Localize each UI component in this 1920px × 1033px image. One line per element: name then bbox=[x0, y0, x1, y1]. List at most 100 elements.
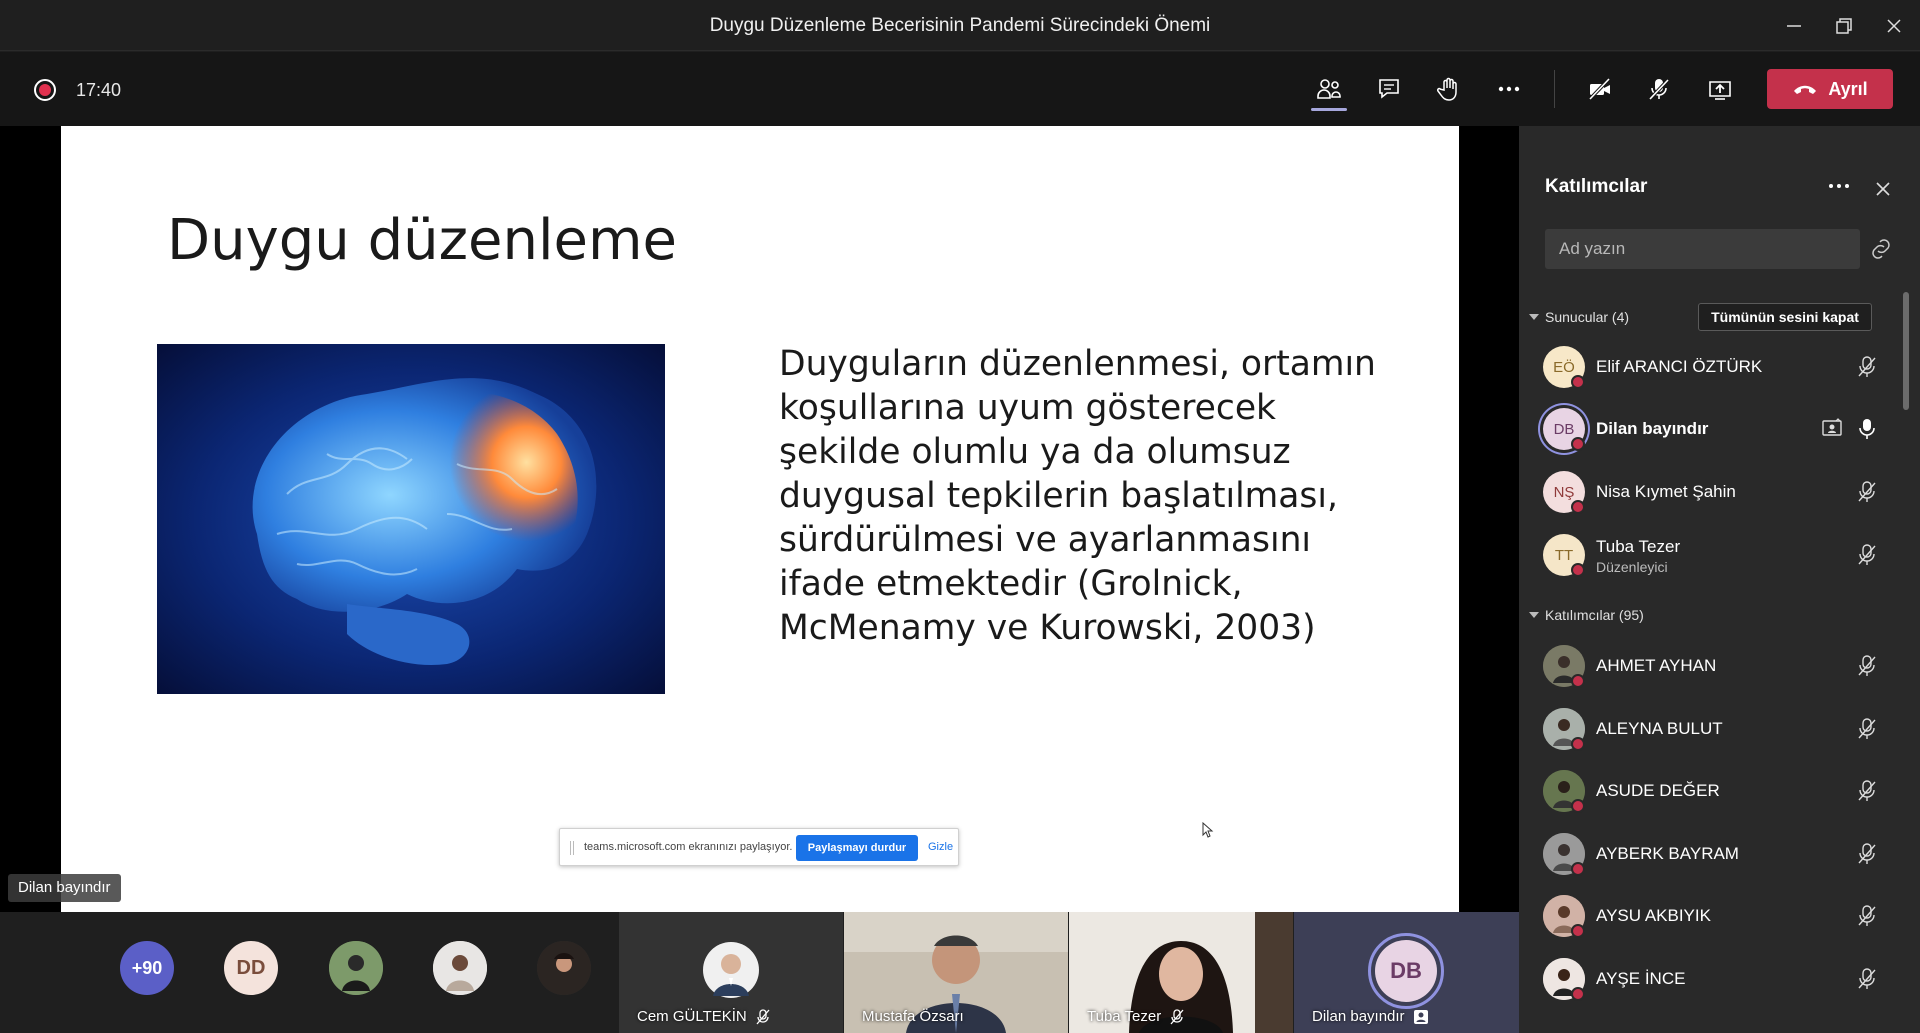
recording-icon bbox=[34, 79, 56, 101]
participant-name: Dilan bayındır bbox=[1596, 419, 1709, 438]
more-actions-button[interactable] bbox=[1487, 69, 1531, 109]
presentation-slide: Duygu düzenleme Duyguların düzenlenmesi,… bbox=[61, 126, 1459, 912]
status-busy-icon bbox=[1571, 563, 1585, 577]
people-icon bbox=[1317, 79, 1341, 99]
avatar-photo-1 bbox=[329, 941, 383, 995]
mic-off-icon bbox=[1858, 968, 1876, 989]
participant-row[interactable]: ASUDE DEĞER bbox=[1519, 767, 1899, 817]
participant-name: Elif ARANCI ÖZTÜRK bbox=[1596, 357, 1763, 376]
presenter-name-tag: Dilan bayındır bbox=[8, 874, 121, 902]
mic-off-icon bbox=[1858, 544, 1876, 565]
participant-name: AYŞE İNCE bbox=[1596, 969, 1686, 988]
participant-row[interactable]: EÖ Elif ARANCI ÖZTÜRK bbox=[1519, 343, 1899, 393]
drag-handle-icon[interactable] bbox=[570, 841, 574, 855]
avatar-photo-cem bbox=[703, 942, 759, 998]
mic-off-icon bbox=[1858, 718, 1876, 739]
mute-all-button[interactable]: Tümünün sesini kapat bbox=[1698, 303, 1872, 331]
status-busy-icon bbox=[1571, 674, 1585, 688]
tile-name-mustafa: Mustafa Özsarı bbox=[862, 1008, 964, 1025]
screen-share-notification: teams.microsoft.com ekranınızı paylaşıyo… bbox=[559, 828, 959, 866]
participants-button[interactable] bbox=[1307, 69, 1351, 111]
hide-link[interactable]: Gizle bbox=[928, 841, 953, 853]
participant-name: AYBERK BAYRAM bbox=[1596, 844, 1739, 863]
meeting-toolbar: 17:40 Ayrıl bbox=[0, 52, 1920, 126]
status-busy-icon bbox=[1571, 375, 1585, 389]
participant-name: Tuba Tezer bbox=[1596, 537, 1681, 556]
panel-more-button[interactable] bbox=[1824, 176, 1854, 196]
invite-link-icon[interactable] bbox=[1868, 237, 1894, 261]
mic-off-icon bbox=[1858, 481, 1876, 502]
raise-hand-button[interactable] bbox=[1427, 69, 1471, 109]
video-tile-cem[interactable]: Cem GÜLTEKİN bbox=[619, 912, 843, 1033]
status-busy-icon bbox=[1571, 437, 1585, 451]
close-icon bbox=[1887, 19, 1901, 33]
share-message: teams.microsoft.com ekranınızı paylaşıyo… bbox=[584, 841, 793, 853]
chat-button[interactable] bbox=[1367, 69, 1411, 109]
share-screen-button[interactable] bbox=[1698, 69, 1742, 109]
close-window-button[interactable] bbox=[1874, 8, 1914, 44]
video-tile-tuba[interactable]: Tuba Tezer bbox=[1069, 912, 1293, 1033]
chat-icon bbox=[1379, 79, 1399, 99]
avatar-photo-2 bbox=[433, 941, 487, 995]
status-busy-icon bbox=[1571, 862, 1585, 876]
participant-name: Nisa Kıymet Şahin bbox=[1596, 482, 1736, 501]
participant-row[interactable]: TT Tuba Tezer Düzenleyici bbox=[1519, 531, 1899, 581]
mic-off-icon bbox=[756, 1008, 770, 1024]
participant-row[interactable]: AYSU AKBIYIK bbox=[1519, 892, 1899, 942]
restore-button[interactable] bbox=[1824, 8, 1864, 44]
panel-scrollbar[interactable] bbox=[1903, 292, 1909, 410]
status-busy-icon bbox=[1571, 799, 1585, 813]
video-tile-mustafa[interactable]: Mustafa Özsarı bbox=[844, 912, 1068, 1033]
share-screen-icon bbox=[1709, 81, 1731, 100]
participants-panel: Katılımcılar Sunucular (4) Tümünün sesin… bbox=[1519, 126, 1920, 1033]
camera-toggle-button[interactable] bbox=[1578, 69, 1622, 109]
mic-off-icon bbox=[1648, 78, 1670, 101]
more-participants-button[interactable]: +90 bbox=[120, 941, 174, 995]
participant-name: AYSU AKBIYIK bbox=[1596, 906, 1711, 925]
participant-row[interactable]: AYŞE İNCE bbox=[1519, 955, 1899, 1005]
presenting-icon bbox=[1822, 418, 1842, 436]
participant-row[interactable]: AHMET AYHAN bbox=[1519, 642, 1899, 692]
restore-icon bbox=[1836, 18, 1852, 34]
participant-row[interactable]: AYBERK BAYRAM bbox=[1519, 830, 1899, 880]
attendees-section-toggle[interactable]: Katılımcılar (95) bbox=[1529, 607, 1644, 623]
tile-name-tuba: Tuba Tezer bbox=[1087, 1008, 1185, 1025]
minimize-icon bbox=[1787, 25, 1801, 27]
video-tile-dilan[interactable]: DB Dilan bayındır bbox=[1294, 912, 1519, 1033]
participant-name: AHMET AYHAN bbox=[1596, 656, 1717, 675]
participant-row[interactable]: DB Dilan bayındır bbox=[1519, 405, 1899, 455]
stop-sharing-button[interactable]: Paylaşmayı durdur bbox=[796, 835, 918, 861]
mouse-cursor-icon bbox=[1202, 822, 1214, 838]
participant-search-input[interactable] bbox=[1545, 229, 1860, 269]
status-busy-icon bbox=[1571, 924, 1585, 938]
participant-row[interactable]: ALEYNA BULUT bbox=[1519, 705, 1899, 755]
participant-row[interactable]: NŞ Nisa Kıymet Şahin bbox=[1519, 468, 1899, 518]
tile-name-dilan: Dilan bayındır bbox=[1312, 1008, 1429, 1025]
mic-off-icon bbox=[1858, 655, 1876, 676]
chevron-down-icon bbox=[1529, 314, 1539, 320]
mic-off-icon bbox=[1858, 843, 1876, 864]
participant-role: Düzenleyici bbox=[1596, 559, 1668, 575]
mic-off-icon bbox=[1858, 905, 1876, 926]
tile-name-cem: Cem GÜLTEKİN bbox=[637, 1008, 771, 1025]
shared-screen-stage: Duygu düzenleme Duyguların düzenlenmesi,… bbox=[0, 126, 1519, 912]
meeting-timer: 17:40 bbox=[76, 80, 122, 100]
brain-image bbox=[157, 344, 665, 694]
leave-label: Ayrıl bbox=[1828, 78, 1868, 99]
hang-up-icon bbox=[1794, 85, 1817, 94]
more-icon bbox=[1498, 86, 1520, 92]
presenter-icon bbox=[1413, 1009, 1428, 1024]
status-busy-icon bbox=[1571, 987, 1585, 1001]
mic-on-icon bbox=[1859, 419, 1875, 439]
speaking-ring: DB bbox=[1368, 933, 1444, 1009]
slide-title: Duygu düzenleme bbox=[167, 208, 677, 273]
avatar-db: DB bbox=[1375, 940, 1437, 1002]
presenters-section-toggle[interactable]: Sunucular (4) bbox=[1529, 309, 1629, 325]
close-panel-button[interactable] bbox=[1872, 178, 1894, 200]
leave-button[interactable]: Ayrıl bbox=[1767, 69, 1893, 109]
panel-title: Katılımcılar bbox=[1545, 176, 1648, 197]
mic-toggle-button[interactable] bbox=[1637, 69, 1681, 109]
minimize-button[interactable] bbox=[1774, 8, 1814, 44]
mic-off-icon bbox=[1858, 356, 1876, 377]
mic-off-icon bbox=[1170, 1008, 1184, 1024]
